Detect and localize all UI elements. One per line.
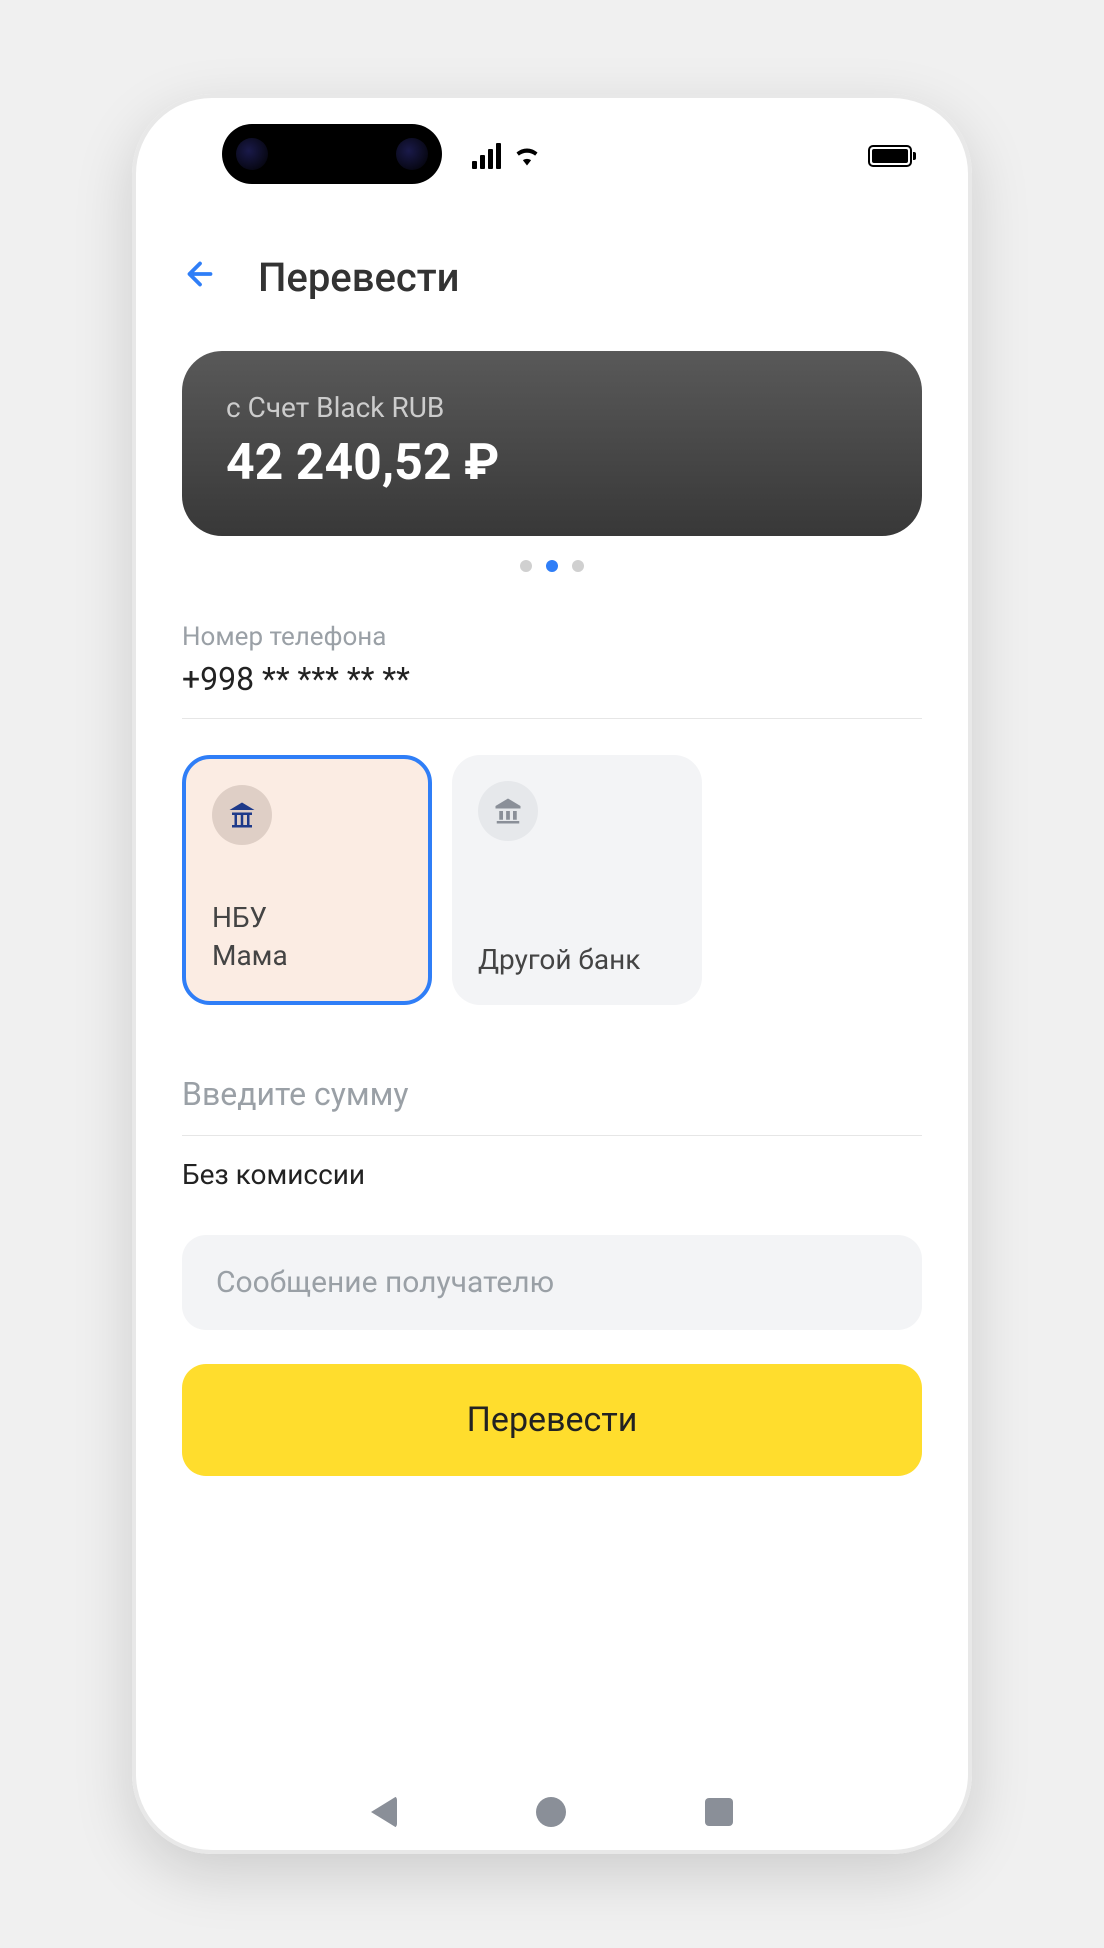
bank-other-label: Другой банк [478,941,676,979]
source-account-card[interactable]: с Счет Black RUB 42 240,52 ₽ [182,351,922,536]
bank-selector: НБУ Мама Другой банк [182,755,922,1005]
bank-option-other[interactable]: Другой банк [452,755,702,1005]
dot[interactable] [520,560,532,572]
bank-option-selected[interactable]: НБУ Мама [182,755,432,1005]
bank-name: НБУ [212,899,402,937]
battery-icon [868,145,912,167]
nav-back-icon[interactable] [371,1796,397,1828]
nav-recent-icon[interactable] [705,1798,733,1826]
bank-generic-icon [478,781,538,841]
message-input[interactable]: Сообщение получателю [182,1235,922,1330]
dot-active[interactable] [546,560,558,572]
wifi-icon [513,140,541,173]
phone-label: Номер телефона [182,622,922,652]
transfer-button[interactable]: Перевести [182,1364,922,1476]
commission-text: Без комиссии [182,1158,922,1191]
page-title: Перевести [258,254,459,301]
nav-home-icon[interactable] [536,1797,566,1827]
dot[interactable] [572,560,584,572]
android-nav-bar [132,1796,972,1828]
bank-contact: Мама [212,937,402,975]
amount-input[interactable]: Введите сумму [182,1075,922,1136]
phone-field[interactable]: Номер телефона +998 ** *** ** ** [182,622,922,719]
signal-icon [472,143,501,169]
account-balance: 42 240,52 ₽ [226,434,878,492]
phone-value: +998 ** *** ** ** [182,660,922,719]
status-bar [132,136,972,176]
header: Перевести [182,224,922,351]
carousel-dots [182,560,922,572]
back-arrow-icon[interactable] [182,256,218,299]
phone-frame: Перевести с Счет Black RUB 42 240,52 ₽ Н… [132,94,972,1854]
account-label: с Счет Black RUB [226,391,878,424]
bank-building-icon [212,785,272,845]
